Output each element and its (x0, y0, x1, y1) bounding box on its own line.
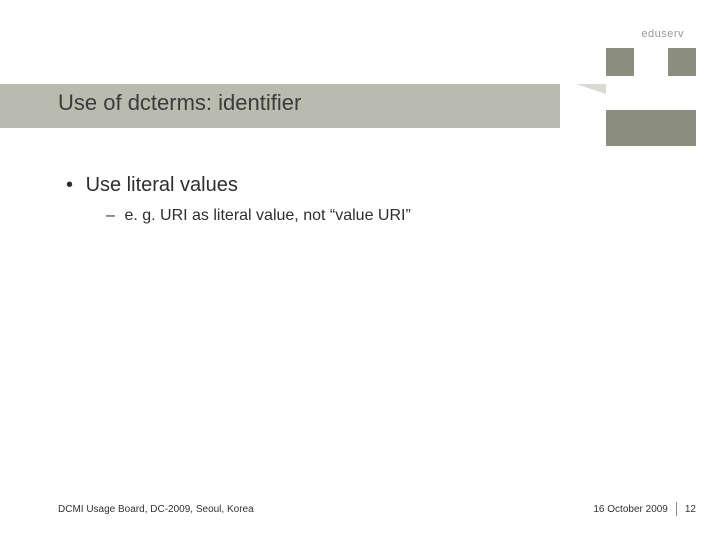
footer-date: 16 October 2009 (593, 504, 668, 515)
footer-right: 16 October 2009 12 (593, 502, 696, 516)
footer-page-number: 12 (685, 504, 696, 515)
content-area: • Use literal values – e. g. URI as lite… (66, 174, 680, 225)
slide: eduserv Use of dcterms: identifier • Use… (0, 0, 720, 540)
bullet-text: Use literal values (86, 174, 238, 196)
bullet-dot-icon: • (66, 174, 80, 197)
footer-divider-icon (676, 502, 677, 516)
bullet-sub-text: e. g. URI as literal value, not “value U… (124, 207, 410, 224)
bullet-dash-icon: – (106, 207, 120, 225)
footer: DCMI Usage Board, DC-2009, Seoul, Korea … (58, 502, 696, 516)
brand-label: eduserv (641, 28, 684, 40)
eduserv-logo-icon (606, 48, 696, 146)
bullet-level-2: – e. g. URI as literal value, not “value… (106, 207, 680, 225)
page-title: Use of dcterms: identifier (58, 90, 301, 116)
bullet-level-1: • Use literal values (66, 174, 680, 197)
footer-left: DCMI Usage Board, DC-2009, Seoul, Korea (58, 504, 254, 515)
